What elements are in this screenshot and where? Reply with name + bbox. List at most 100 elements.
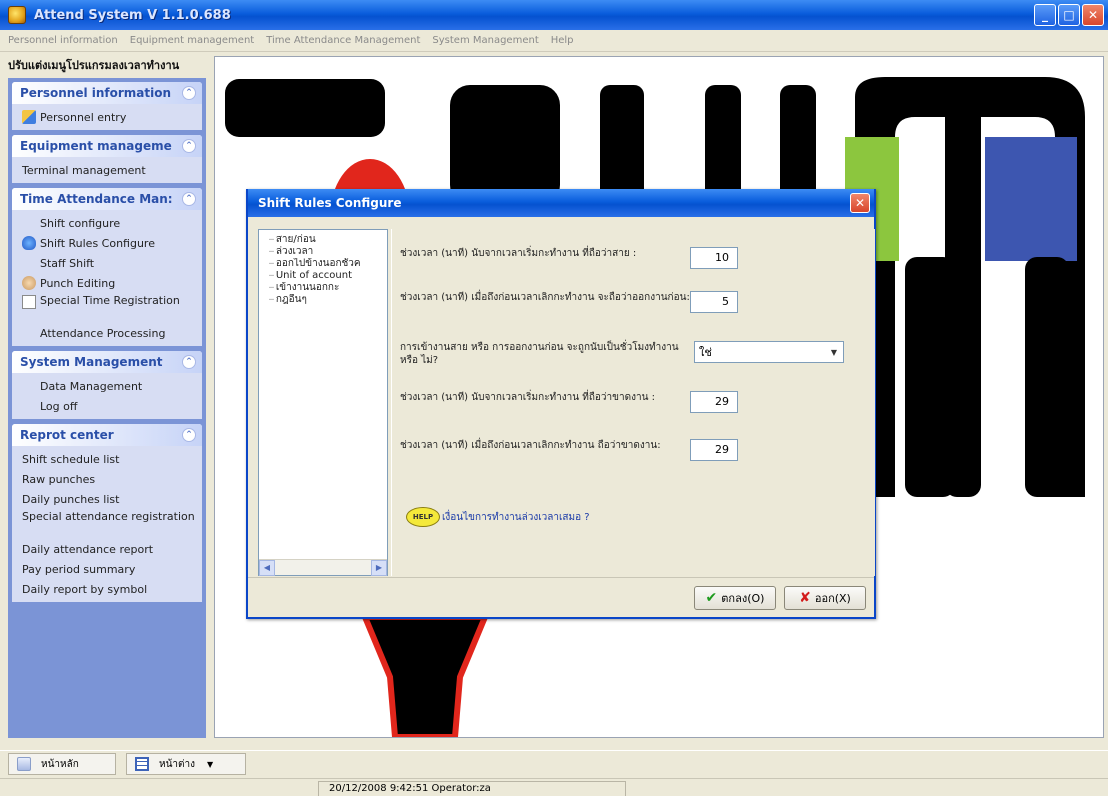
dialog-footer: ✔ ตกลง(O) ✘ ออก(X) <box>248 577 874 617</box>
nav-item-label: Daily punches list <box>22 492 120 506</box>
group-header-report-center[interactable]: Reprot center ⌃ <box>12 424 202 446</box>
field-label: ช่วงเวลา (นาที) นับจากเวลาเริ่มกะทำงาน ท… <box>400 248 637 259</box>
nav-staff-shift[interactable]: Staff Shift <box>12 253 202 273</box>
group-header-personnel[interactable]: Personnel information ⌃ <box>12 82 202 104</box>
nav-item-label: Daily attendance report <box>22 542 154 556</box>
nav-terminal-management[interactable]: Terminal management <box>12 160 202 180</box>
collapse-icon[interactable]: ⌃ <box>182 139 196 153</box>
tree-scrollbar[interactable]: ◀ ▶ <box>259 559 387 576</box>
nav-daily-report-by-symbol[interactable]: Daily report by symbol <box>12 579 202 599</box>
menu-bar: Personnel information Equipment manageme… <box>0 30 1108 52</box>
nav-item-label: Raw punches <box>22 472 96 486</box>
nav-item-label: Attendance Processing <box>40 326 166 340</box>
nav-item-label: Data Management <box>40 379 143 393</box>
absent-early-minutes-input[interactable]: 29 <box>690 439 738 461</box>
app-window: Attend System V 1.1.0.688 _ □ ✕ Personne… <box>0 0 1108 796</box>
nav-log-off[interactable]: Log off <box>12 396 202 416</box>
punch-icon <box>22 276 36 290</box>
title-bar: Attend System V 1.1.0.688 _ □ ✕ <box>0 0 1108 30</box>
menu-equipment[interactable]: Equipment management <box>130 35 254 46</box>
rules-tree: สาย/ก่อน ล่วงเวลา ออกไปข้างนอกชั่วค Unit… <box>258 229 388 576</box>
collapse-icon[interactable]: ⌃ <box>182 192 196 206</box>
logo-shape <box>360 614 490 737</box>
group-header-time-attendance[interactable]: Time Attendance Man: ⌃ <box>12 188 202 210</box>
scroll-right-icon[interactable]: ▶ <box>371 559 387 576</box>
group-body: Shift schedule list Raw punches Daily pu… <box>12 446 202 602</box>
dialog-close-button[interactable]: ✕ <box>850 193 870 213</box>
close-button[interactable]: ✕ <box>1082 4 1104 26</box>
count-work-hours-select[interactable]: ใช่ ▼ <box>694 341 844 363</box>
chevron-down-icon[interactable]: ▼ <box>826 343 842 361</box>
exit-button[interactable]: ✘ ออก(X) <box>784 586 866 610</box>
collapse-icon[interactable]: ⌃ <box>182 355 196 369</box>
tree-item-unit-of-account[interactable]: Unit of account <box>269 270 387 282</box>
tree-item-off-shift[interactable]: เข้างานนอกกะ <box>269 282 387 294</box>
help-icon[interactable]: HELP <box>406 507 440 527</box>
nav-pay-period-summary[interactable]: Pay period summary <box>12 559 202 579</box>
nav-item-label: Personnel entry <box>40 110 127 124</box>
select-value: ใช่ <box>699 346 712 359</box>
menu-time-attendance[interactable]: Time Attendance Management <box>266 35 420 46</box>
personnel-icon <box>22 110 36 124</box>
overtime-help[interactable]: HELP เงื่อนไขการทำงานล่วงเวลาเสมอ ? <box>406 507 590 527</box>
logo-shape <box>905 257 955 497</box>
help-link[interactable]: เงื่อนไขการทำงานล่วงเวลาเสมอ ? <box>442 510 590 525</box>
nav-data-management[interactable]: Data Management <box>12 376 202 396</box>
field-absent-late-minutes: ช่วงเวลา (นาที) นับจากเวลาเริ่มกะทำงาน ท… <box>400 391 866 413</box>
group-title: Personnel information <box>20 86 172 100</box>
ok-label: ตกลง(O) <box>721 592 765 605</box>
chevron-down-icon[interactable]: ▼ <box>207 760 213 769</box>
early-leave-minutes-input[interactable]: 5 <box>690 291 738 313</box>
nav-attendance-processing[interactable]: Attendance Processing <box>12 323 202 343</box>
home-button[interactable]: หน้าหลัก <box>8 753 116 775</box>
status-datetime-operator: 20/12/2008 9:42:51 Operator:za <box>318 781 626 796</box>
nav-item-label: Shift schedule list <box>22 452 120 466</box>
group-header-equipment[interactable]: Equipment manageme ⌃ <box>12 135 202 157</box>
menu-help[interactable]: Help <box>551 35 574 46</box>
tree-item-other-rules[interactable]: กฎอื่นๆ <box>269 294 387 306</box>
dialog-title: Shift Rules Configure <box>258 196 402 210</box>
nav-punch-editing[interactable]: Punch Editing <box>12 273 202 293</box>
shift-rules-icon <box>22 236 36 250</box>
nav-item-label: Shift configure <box>40 216 121 230</box>
nav-raw-punches[interactable]: Raw punches <box>12 469 202 489</box>
nav-shift-configure[interactable]: Shift configure <box>12 213 202 233</box>
nav-shift-schedule-list[interactable]: Shift schedule list <box>12 449 202 469</box>
nav-daily-attendance-report[interactable]: Daily attendance report <box>12 539 202 559</box>
window-controls: _ □ ✕ <box>1034 4 1104 26</box>
nav-shift-rules-configure[interactable]: Shift Rules Configure <box>12 233 202 253</box>
late-minutes-input[interactable]: 10 <box>690 247 738 269</box>
nav-item-label: Log off <box>40 399 78 413</box>
shift-rules-dialog: Shift Rules Configure ✕ สาย/ก่อน ล่วงเวล… <box>246 189 876 619</box>
group-equipment: Equipment manageme ⌃ Terminal management <box>12 135 202 183</box>
nav-personnel-entry[interactable]: Personnel entry <box>12 107 202 127</box>
minimize-button[interactable]: _ <box>1034 4 1056 26</box>
window-button[interactable]: หน้าต่าง ▼ <box>126 753 246 775</box>
nav-item-label: Daily report by symbol <box>22 582 148 596</box>
nav-item-label: Special Time Registration <box>40 294 180 307</box>
maximize-button[interactable]: □ <box>1058 4 1080 26</box>
field-label: ช่วงเวลา (นาที) เมื่อถึงก่อนเวลาเลิกกะทำ… <box>400 292 690 303</box>
window-label: หน้าต่าง <box>159 758 196 770</box>
group-report-center: Reprot center ⌃ Shift schedule list Raw … <box>12 424 202 602</box>
group-header-system-management[interactable]: System Management ⌃ <box>12 351 202 373</box>
absent-late-minutes-input[interactable]: 29 <box>690 391 738 413</box>
collapse-icon[interactable]: ⌃ <box>182 86 196 100</box>
tree-item-go-out[interactable]: ออกไปข้างนอกชั่วค <box>269 258 387 270</box>
exit-label: ออก(X) <box>814 592 851 605</box>
nav-daily-punches-list[interactable]: Daily punches list <box>12 489 202 509</box>
cross-icon: ✘ <box>799 590 811 606</box>
logo-shape <box>1025 257 1069 497</box>
tree-item-late-early[interactable]: สาย/ก่อน <box>269 234 387 246</box>
tree-item-overtime[interactable]: ล่วงเวลา <box>269 246 387 258</box>
collapse-icon[interactable]: ⌃ <box>182 428 196 442</box>
nav-item-label: Shift Rules Configure <box>40 236 155 250</box>
nav-special-attendance-registration[interactable]: Special attendance registration <box>12 509 202 539</box>
menu-system[interactable]: System Management <box>432 35 538 46</box>
scroll-left-icon[interactable]: ◀ <box>259 559 275 576</box>
field-late-minutes: ช่วงเวลา (นาที) นับจากเวลาเริ่มกะทำงาน ท… <box>400 247 866 269</box>
nav-special-time-registration[interactable]: Special Time Registration <box>12 293 202 323</box>
group-title: Time Attendance Man: <box>20 192 173 206</box>
menu-personnel[interactable]: Personnel information <box>8 35 118 46</box>
ok-button[interactable]: ✔ ตกลง(O) <box>694 586 776 610</box>
